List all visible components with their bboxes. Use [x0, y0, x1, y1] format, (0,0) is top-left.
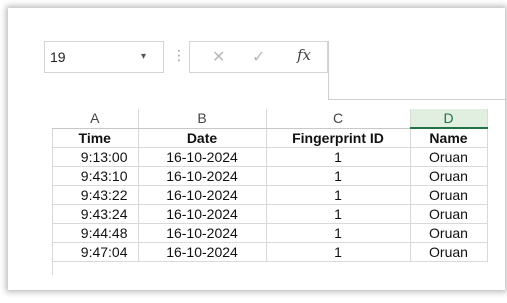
fingerprint-id-cell[interactable]: 1 — [266, 147, 411, 167]
cancel-icon[interactable]: ✕ — [212, 47, 225, 66]
date-cell[interactable]: 16-10-2024 — [138, 223, 267, 243]
name-box[interactable]: 19 ▾ — [44, 41, 164, 73]
date-cell[interactable]: 16-10-2024 — [138, 185, 267, 205]
column-header-b[interactable]: B — [138, 109, 267, 129]
table-header-row: Time Date Fingerprint ID Name — [52, 128, 488, 148]
name-cell[interactable]: Oruan — [410, 166, 488, 186]
spreadsheet-window: 19 ▾ ⋮ ✕ ✓ fx A B C D Time Date Fingerpr… — [8, 8, 505, 290]
more-options-icon[interactable]: ⋮ — [172, 48, 186, 64]
time-cell[interactable]: 9:43:10 — [52, 166, 139, 186]
sheet-grid: A B C D Time Date Fingerprint ID Name 9:… — [52, 109, 488, 262]
column-header-a[interactable]: A — [52, 109, 139, 129]
date-cell[interactable]: 16-10-2024 — [138, 242, 267, 262]
fingerprint-id-cell[interactable]: 1 — [266, 166, 411, 186]
chevron-down-icon[interactable]: ▾ — [141, 51, 146, 62]
table-row: 9:13:00 16-10-2024 1 Oruan — [52, 147, 488, 167]
table-row: 9:43:22 16-10-2024 1 Oruan — [52, 185, 488, 205]
time-cell[interactable]: 9:47:04 — [52, 242, 139, 262]
time-cell[interactable]: 9:44:48 — [52, 223, 139, 243]
name-box-value[interactable]: 19 — [50, 49, 66, 65]
insert-function-icon[interactable]: fx — [297, 46, 311, 64]
table-row: 9:43:10 16-10-2024 1 Oruan — [52, 166, 488, 186]
header-cell-time[interactable]: Time — [52, 128, 139, 148]
date-cell[interactable]: 16-10-2024 — [138, 166, 267, 186]
formula-buttons: ✕ ✓ fx — [189, 41, 328, 73]
fingerprint-id-cell[interactable]: 1 — [266, 204, 411, 224]
time-cell[interactable]: 9:13:00 — [52, 147, 139, 167]
column-header-row: A B C D — [52, 109, 488, 129]
formula-input[interactable] — [328, 41, 505, 100]
date-cell[interactable]: 16-10-2024 — [138, 147, 267, 167]
column-header-c[interactable]: C — [266, 109, 411, 129]
fingerprint-id-cell[interactable]: 1 — [266, 185, 411, 205]
header-cell-name[interactable]: Name — [410, 128, 488, 148]
time-cell[interactable]: 9:43:22 — [52, 185, 139, 205]
date-cell[interactable]: 16-10-2024 — [138, 204, 267, 224]
header-cell-date[interactable]: Date — [138, 128, 267, 148]
name-cell[interactable]: Oruan — [410, 242, 488, 262]
fingerprint-id-cell[interactable]: 1 — [266, 223, 411, 243]
name-cell[interactable]: Oruan — [410, 204, 488, 224]
table-row: 9:47:04 16-10-2024 1 Oruan — [52, 242, 488, 262]
name-cell[interactable]: Oruan — [410, 185, 488, 205]
column-header-d[interactable]: D — [410, 109, 488, 129]
name-cell[interactable]: Oruan — [410, 147, 488, 167]
time-cell[interactable]: 9:43:24 — [52, 204, 139, 224]
header-cell-fingerprint-id[interactable]: Fingerprint ID — [266, 128, 411, 148]
table-row: 9:44:48 16-10-2024 1 Oruan — [52, 223, 488, 243]
name-cell[interactable]: Oruan — [410, 223, 488, 243]
fingerprint-id-cell[interactable]: 1 — [266, 242, 411, 262]
enter-check-icon[interactable]: ✓ — [252, 47, 265, 66]
table-row: 9:43:24 16-10-2024 1 Oruan — [52, 204, 488, 224]
